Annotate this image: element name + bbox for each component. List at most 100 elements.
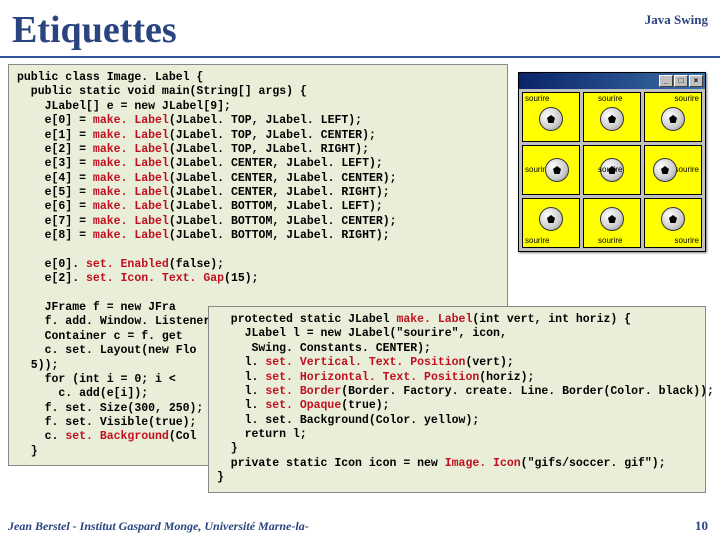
code-line: (int vert, int horiz) { — [472, 313, 631, 326]
code-keyword: set. Border — [265, 385, 341, 398]
maximize-button[interactable]: □ — [674, 75, 688, 87]
code-line: (Col — [169, 430, 197, 443]
code-line: (true); — [341, 399, 389, 412]
code-line: l. set. Background(Color. yellow); — [217, 414, 479, 427]
code-line: (JLabel. BOTTOM, JLabel. RIGHT); — [169, 229, 390, 242]
code-line: l. — [217, 399, 265, 412]
code-line: f. set. Size(300, 250); — [17, 402, 203, 415]
code-line: e[3] = — [17, 157, 93, 170]
soccer-icon — [653, 158, 677, 182]
label-cell-7: sourire — [583, 198, 641, 248]
cell-text: sourire — [598, 95, 622, 103]
code-keyword: set. Background — [65, 430, 169, 443]
code-line: l. — [217, 371, 265, 384]
cell-text: sourire — [598, 166, 622, 174]
code-line: e[2] = — [17, 143, 93, 156]
code-line: (JLabel. TOP, JLabel. CENTER); — [169, 129, 376, 142]
code-keyword: set. Opaque — [265, 399, 341, 412]
cell-text: sourire — [525, 237, 549, 245]
slide-subtitle: Java Swing — [645, 12, 708, 28]
code-keyword: set. Icon. Text. Gap — [86, 272, 224, 285]
code-line: (vert); — [465, 356, 513, 369]
demo-window: _ □ × sourire sourire sourire sourire so… — [518, 72, 706, 252]
code-line: e[8] = — [17, 229, 93, 242]
code-line: (JLabel. TOP, JLabel. RIGHT); — [169, 143, 369, 156]
soccer-icon — [539, 207, 563, 231]
cell-text: sourire — [675, 95, 699, 103]
code-line: e[0] = — [17, 114, 93, 127]
soccer-icon — [661, 107, 685, 131]
code-line: Swing. Constants. CENTER); — [217, 342, 431, 355]
cell-text: sourire — [598, 237, 622, 245]
code-keyword: make. Label — [93, 229, 169, 242]
code-line: return l; — [217, 428, 307, 441]
label-cell-0: sourire — [522, 92, 580, 142]
cell-text: sourire — [675, 166, 699, 174]
soccer-icon — [545, 158, 569, 182]
code-keyword: Image. Icon — [445, 457, 521, 470]
code-line: private static Icon icon = new — [217, 457, 445, 470]
code-line: Container c = f. get — [17, 330, 183, 343]
code-line: e[6] = — [17, 200, 93, 213]
slide-header: Etiquettes Java Swing — [0, 0, 720, 58]
code-keyword: set. Vertical. Text. Position — [265, 356, 465, 369]
code-line: for (int i = 0; i < — [17, 373, 176, 386]
cell-text: sourire — [525, 95, 549, 103]
code-line: public class Image. Label { — [17, 71, 203, 84]
label-cell-3: sourire — [522, 145, 580, 195]
window-titlebar[interactable]: _ □ × — [519, 73, 705, 89]
code-line: f. add. Window. Listener — [17, 315, 210, 328]
slide-footer: Jean Berstel - Institut Gaspard Monge, U… — [8, 518, 708, 534]
code-line: (JLabel. CENTER, JLabel. RIGHT); — [169, 186, 390, 199]
code-line: c. add(e[i]); — [17, 387, 148, 400]
code-line: (JLabel. BOTTOM, JLabel. CENTER); — [169, 215, 397, 228]
soccer-icon — [600, 207, 624, 231]
code-line: JLabel[] e = new JLabel[9]; — [17, 100, 231, 113]
code-line: 5)); — [17, 359, 58, 372]
code-line: l. — [217, 356, 265, 369]
footer-attribution: Jean Berstel - Institut Gaspard Monge, U… — [8, 519, 309, 534]
code-line: (JLabel. CENTER, JLabel. CENTER); — [169, 172, 397, 185]
code-keyword: make. Label — [93, 143, 169, 156]
page-number: 10 — [695, 518, 708, 534]
code-line: (JLabel. TOP, JLabel. LEFT); — [169, 114, 362, 127]
soccer-icon — [661, 207, 685, 231]
code-keyword: make. Label — [93, 215, 169, 228]
label-grid: sourire sourire sourire sourire sourire … — [519, 89, 705, 251]
code-line: e[7] = — [17, 215, 93, 228]
code-keyword: make. Label — [93, 114, 169, 127]
code-line: JLabel l = new JLabel("sourire", icon, — [217, 327, 507, 340]
slide-title: Etiquettes — [12, 8, 177, 52]
code-line: ("gifs/soccer. gif"); — [521, 457, 666, 470]
code-line: (horiz); — [479, 371, 534, 384]
minimize-button[interactable]: _ — [659, 75, 673, 87]
code-line: (JLabel. BOTTOM, JLabel. LEFT); — [169, 200, 383, 213]
label-cell-8: sourire — [644, 198, 702, 248]
code-line: JFrame f = new JFra — [17, 301, 176, 314]
code-line: } — [217, 442, 238, 455]
soccer-icon — [539, 107, 563, 131]
label-cell-2: sourire — [644, 92, 702, 142]
code-line: c. set. Layout(new Flo — [17, 344, 196, 357]
code-keyword: make. Label — [93, 186, 169, 199]
code-line: e[4] = — [17, 172, 93, 185]
code-line: } — [217, 471, 224, 484]
close-button[interactable]: × — [689, 75, 703, 87]
label-cell-1: sourire — [583, 92, 641, 142]
code-line: (JLabel. CENTER, JLabel. LEFT); — [169, 157, 383, 170]
code-keyword: make. Label — [396, 313, 472, 326]
code-line: f. set. Visible(true); — [17, 416, 196, 429]
code-line: e[5] = — [17, 186, 93, 199]
code-line: e[2]. — [17, 272, 86, 285]
code-block-inset: protected static JLabel make. Label(int … — [208, 306, 706, 493]
code-keyword: make. Label — [93, 172, 169, 185]
code-line: e[1] = — [17, 129, 93, 142]
soccer-icon — [600, 107, 624, 131]
code-line: l. — [217, 385, 265, 398]
label-cell-5: sourire — [644, 145, 702, 195]
cell-text: sourire — [675, 237, 699, 245]
code-line: (false); — [169, 258, 224, 271]
code-line: } — [17, 445, 38, 458]
code-line: c. — [17, 430, 65, 443]
label-cell-4: sourire — [583, 145, 641, 195]
